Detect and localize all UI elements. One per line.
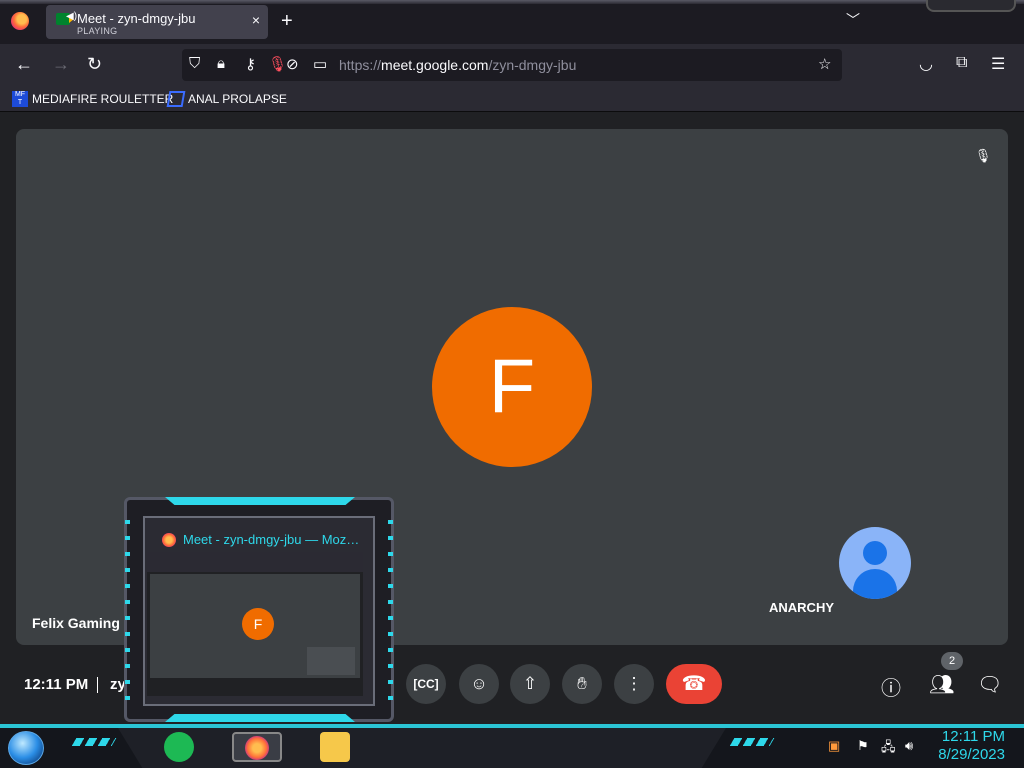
notification-icon[interactable]: ▣ [828,738,840,754]
tab-title: Meet - zyn-dmgy-jbu [77,11,196,26]
participant-avatar: F [432,307,592,467]
participant-name: Felix Gaming E [32,615,134,631]
preview-image: F [147,552,363,696]
network-icon[interactable]: 🖧︎ [881,738,896,760]
bookmark-star-icon[interactable]: ☆ [818,55,831,73]
clock-date: 8/29/2023 [938,746,1005,763]
taskbar-app-area [118,728,726,768]
new-tab-button[interactable]: + [281,10,293,33]
file-explorer-icon[interactable] [320,732,350,762]
reload-icon[interactable]: ↻ [87,54,102,75]
bookmark-label: MEDIAFIRE ROULETTER [32,92,174,106]
firefox-icon[interactable] [11,12,29,30]
avatar-head [863,541,887,565]
extensions-icon[interactable]: ⧉ [956,54,967,72]
mediafire-icon: MF T [12,91,28,107]
system-clock[interactable]: 12:11 PM 8/29/2023 [938,728,1005,764]
firefox-icon [245,736,269,760]
preview-frame-glow-top [165,497,355,505]
self-view-tile[interactable]: ANARCHY [757,497,991,628]
menu-icon[interactable]: ☰ [991,54,1005,74]
taskbar-decoration [729,738,775,746]
taskbar: ▣ ⚑ 🖧︎ 🔊︎ 12:11 PM 8/29/2023 [0,724,1024,768]
tab-meet[interactable]: ◀) Meet - zyn-dmgy-jbu PLAYING × [46,5,268,39]
navigation-toolbar: ← → ↻ ⛉ 🔒︎ ⚷ 🎙︎ ⊘ ▭ https://meet.google.… [0,44,1024,86]
shield-icon[interactable]: ⛉ [189,55,200,72]
volume-icon[interactable]: 🔊︎ [905,738,913,754]
window-top-border [0,0,1024,4]
forward-arrow-icon[interactable]: → [52,54,70,75]
more-vert-icon: ⋮ [625,674,643,693]
url-scheme: https:// [339,57,382,73]
mic-muted-icon: 🎙︎ [974,148,992,163]
taskbar-window-preview[interactable]: Meet - zyn-dmgy-jbu — Moz… F [124,497,394,722]
present-button[interactable]: ⇧ [510,664,550,704]
meeting-clock: 12:11 PM [24,676,89,693]
firefox-taskbar-button[interactable] [232,732,282,762]
preview-chrome [147,552,363,572]
clock-time: 12:11 PM [941,728,1005,745]
captions-button[interactable]: [CC] [406,664,446,704]
preview-avatar: F [242,608,274,640]
emoji-icon: ☺ [470,674,488,693]
bookmark-label: ANAL PROLAPSE [188,92,287,106]
lock-icon[interactable]: 🔒︎ [217,55,225,72]
close-tab-icon[interactable]: × [252,12,260,28]
taskbar-decoration [71,738,117,746]
bookmark-mediafire[interactable]: MF T MEDIAFIRE ROULETTER [12,91,173,107]
preview-self-tile [307,647,355,675]
audio-playing-icon[interactable]: ◀) [66,11,77,22]
participant-count-badge: 2 [941,652,963,670]
people-icon[interactable]: 👥︎ [929,672,954,697]
divider [97,677,98,693]
tab-strip: ◀) Meet - zyn-dmgy-jbu PLAYING × + ﹀ [0,0,1024,44]
permissions-icon[interactable]: ⚷ [245,55,256,73]
hand-icon: ✋︎ [577,674,587,693]
microphone-icon[interactable]: 🎙︎ [268,55,287,73]
preview-frame-left [125,520,130,700]
chevron-down-icon[interactable]: ﹀ [846,10,860,30]
preview-title: Meet - zyn-dmgy-jbu — Moz… [183,532,360,547]
action-center-flag-icon[interactable]: ⚑ [857,738,869,754]
bookmark-icon [166,91,186,107]
reader-view-icon[interactable]: ▭ [313,55,327,73]
more-options-button[interactable]: ⋮ [614,664,654,704]
back-arrow-icon[interactable]: ← [15,54,33,75]
emoji-button[interactable]: ☺ [459,664,499,704]
preview-frame-right [388,520,393,700]
captions-icon: [CC] [413,677,439,691]
window-controls-frame [926,0,1016,12]
self-name: ANARCHY [769,600,834,615]
tab-playing-status: PLAYING [77,26,118,36]
bookmarks-toolbar: MF T MEDIAFIRE ROULETTER ANAL PROLAPSE [0,86,1024,112]
end-call-button[interactable]: ☎︎ [666,664,722,704]
url-path: /zyn-dmgy-jbu [488,57,577,73]
meeting-info-icon[interactable]: ⓘ [881,672,901,701]
pocket-icon[interactable]: ◡ [919,54,933,74]
present-screen-icon: ⇧ [522,674,538,693]
spotify-icon[interactable] [164,732,194,762]
preview-frame-glow-bottom [165,714,355,722]
avatar-body [853,569,897,599]
address-bar[interactable]: ⛉ 🔒︎ ⚷ 🎙︎ ⊘ ▭ https://meet.google.com/zy… [182,49,842,81]
hang-up-icon: ☎︎ [681,673,707,695]
camera-blocked-icon[interactable]: ⊘ [286,55,299,73]
start-orb-icon[interactable] [8,731,44,765]
url-host: meet.google.com [381,57,489,73]
bookmark-second[interactable]: ANAL PROLAPSE [166,91,287,107]
default-avatar-icon [839,527,911,599]
taskbar-accent-line [0,724,1024,728]
firefox-icon [162,533,176,547]
raise-hand-button[interactable]: ✋︎ [562,664,602,704]
url-text[interactable]: https://meet.google.com/zyn-dmgy-jbu [339,57,576,73]
chat-icon[interactable]: 🗨︎ [977,672,1002,697]
